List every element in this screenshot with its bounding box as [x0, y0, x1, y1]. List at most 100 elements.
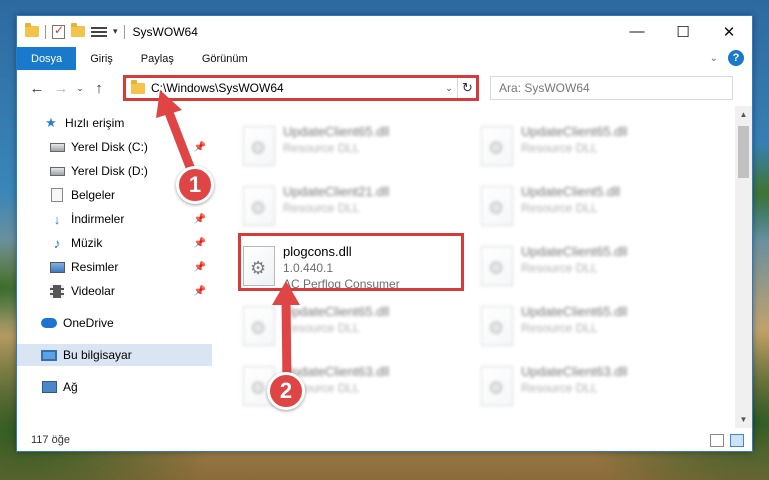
pin-icon[interactable]: 📌	[194, 214, 206, 225]
pin-icon[interactable]: 📌	[194, 262, 206, 273]
sidebar-item-videos[interactable]: Videolar 📌	[17, 280, 212, 302]
status-bar: 117 öğe	[17, 429, 752, 451]
sidebar-item-downloads[interactable]: ↓ İndirmeler 📌	[17, 208, 212, 230]
sidebar-item-music[interactable]: ♪ Müzik 📌	[17, 232, 212, 254]
file-description: Resource DLL	[521, 201, 598, 215]
sidebar-item-quick-access[interactable]: ★ Hızlı erişim	[17, 112, 212, 134]
details-view-icon[interactable]	[710, 434, 724, 447]
dll-file-icon	[243, 246, 275, 286]
help-icon[interactable]: ?	[728, 50, 744, 66]
dll-file-icon	[243, 306, 275, 346]
address-path[interactable]: C:\Windows\SysWOW64	[151, 81, 441, 95]
search-input[interactable]: Ara: SysWOW64	[490, 76, 733, 100]
vertical-scrollbar[interactable]: ▲ ▼	[735, 106, 752, 428]
file-description: AC Perflog Consumer	[283, 277, 400, 291]
forward-button[interactable]: →	[49, 76, 73, 100]
file-description: Resource DLL	[521, 381, 598, 395]
divider	[123, 24, 125, 39]
address-dropdown-icon[interactable]: ⌄	[441, 83, 457, 94]
file-name: UpdateClient65.dll	[521, 244, 628, 259]
pin-icon[interactable]: 📌	[194, 286, 206, 297]
file-description: Resource DLL	[521, 141, 598, 155]
step-1-badge: 1	[176, 166, 214, 204]
address-bar[interactable]: C:\Windows\SysWOW64 ⌄	[124, 76, 458, 100]
download-icon: ↓	[53, 211, 61, 227]
file-tile-plogcons[interactable]: plogcons.dll 1.0.440.1 AC Perflog Consum…	[237, 240, 457, 296]
item-count: 117 öğe	[31, 434, 70, 446]
refresh-button[interactable]: ↻	[458, 76, 478, 100]
divider	[45, 24, 46, 39]
customize-toolbar-chevron-icon[interactable]: ▾	[113, 26, 118, 37]
file-name: UpdateClient65.dll	[283, 124, 390, 139]
sidebar-item-label: Müzik	[71, 236, 103, 250]
folder-icon	[131, 79, 145, 94]
file-name: plogcons.dll	[283, 244, 352, 259]
dll-file-icon	[481, 126, 513, 166]
sidebar-item-label: Yerel Disk (D:)	[71, 164, 148, 178]
sidebar-item-label: Hızlı erişim	[65, 116, 125, 130]
tab-home[interactable]: Giriş	[76, 47, 127, 70]
tab-file[interactable]: Dosya	[17, 47, 77, 70]
expand-ribbon-chevron-icon[interactable]: ⌄	[710, 53, 718, 64]
file-description: Resource DLL	[283, 141, 360, 155]
tab-view[interactable]: Görünüm	[188, 47, 262, 70]
sidebar-item-pictures[interactable]: Resimler 📌	[17, 256, 212, 278]
up-button[interactable]: ↑	[87, 76, 111, 100]
back-button[interactable]: ←	[25, 76, 49, 100]
minimize-button[interactable]: —	[614, 16, 660, 47]
file-tile[interactable]: UpdateClient65.dll Resource DLL	[475, 120, 695, 176]
folder-icon	[25, 23, 39, 37]
large-icons-view-icon[interactable]	[730, 434, 744, 447]
ribbon-tabs: Dosya Giriş Paylaş Görünüm ⌄ ?	[17, 47, 752, 70]
properties-icon[interactable]	[52, 23, 65, 39]
videos-icon	[50, 284, 64, 298]
disk-icon	[49, 166, 65, 176]
file-tile[interactable]: UpdateClient21.dll Resource DLL	[237, 180, 457, 236]
recent-locations-chevron-icon[interactable]: ⌄	[73, 76, 87, 100]
file-description: Resource DLL	[521, 261, 598, 275]
file-name: UpdateClient65.dll	[521, 124, 628, 139]
file-tile[interactable]: UpdateClient65.dll Resource DLL	[475, 300, 695, 356]
quick-access-toolbar: ▾	[17, 23, 125, 39]
onedrive-icon	[41, 318, 57, 328]
scroll-down-icon[interactable]: ▼	[735, 411, 752, 428]
file-version: 1.0.440.1	[283, 261, 334, 275]
dll-file-icon	[481, 366, 513, 406]
view-options-icon[interactable]	[91, 26, 107, 38]
new-folder-icon[interactable]	[71, 23, 85, 37]
pin-icon[interactable]: 📌	[194, 238, 206, 249]
navigation-bar: ← → ⌄ ↑ C:\Windows\SysWOW64 ⌄ ↻ Ara: Sys…	[17, 74, 752, 102]
sidebar-item-this-pc[interactable]: Bu bilgisayar	[17, 344, 212, 366]
pin-icon[interactable]: 📌	[194, 142, 206, 153]
dll-file-icon	[481, 246, 513, 286]
file-tile[interactable]: UpdateClient65.dll Resource DLL	[475, 240, 695, 296]
file-tile[interactable]: UpdateClient65.dll Resource DLL	[237, 120, 457, 176]
star-icon: ★	[45, 115, 57, 130]
sidebar-item-onedrive[interactable]: OneDrive	[17, 312, 212, 334]
navigation-pane: ★ Hızlı erişim Yerel Disk (C:) 📌 Yerel D…	[17, 110, 212, 428]
file-explorer-window: ▾ SysWOW64 — ☐ ✕ Dosya Giriş Paylaş Görü…	[16, 15, 753, 452]
file-name: UpdateClient65.dll	[283, 304, 390, 319]
sidebar-item-label: Videolar	[71, 284, 115, 298]
sidebar-item-label: Ağ	[63, 380, 78, 394]
maximize-button[interactable]: ☐	[660, 16, 706, 47]
file-tile[interactable]: UpdateClient63.dll Resource DLL	[475, 360, 695, 416]
sidebar-item-label: İndirmeler	[71, 212, 125, 226]
file-name: UpdateClient5.dll	[521, 184, 621, 199]
close-button[interactable]: ✕	[706, 16, 752, 47]
sidebar-item-label: Bu bilgisayar	[63, 348, 132, 362]
step-2-badge: 2	[267, 372, 305, 410]
file-name: UpdateClient21.dll	[283, 184, 390, 199]
sidebar-item-disk-c[interactable]: Yerel Disk (C:) 📌	[17, 136, 212, 158]
tab-share[interactable]: Paylaş	[127, 47, 188, 70]
sidebar-item-label: Resimler	[71, 260, 119, 274]
sidebar-item-label: Belgeler	[71, 188, 116, 202]
file-tile[interactable]: UpdateClient65.dll Resource DLL	[237, 300, 457, 356]
sidebar-item-label: Yerel Disk (C:)	[71, 140, 148, 154]
scroll-up-icon[interactable]: ▲	[735, 106, 752, 123]
file-tile[interactable]: UpdateClient5.dll Resource DLL	[475, 180, 695, 236]
this-pc-icon	[41, 349, 57, 361]
sidebar-item-network[interactable]: Ağ	[17, 376, 212, 398]
scroll-thumb[interactable]	[738, 126, 749, 178]
dll-file-icon	[243, 126, 275, 166]
